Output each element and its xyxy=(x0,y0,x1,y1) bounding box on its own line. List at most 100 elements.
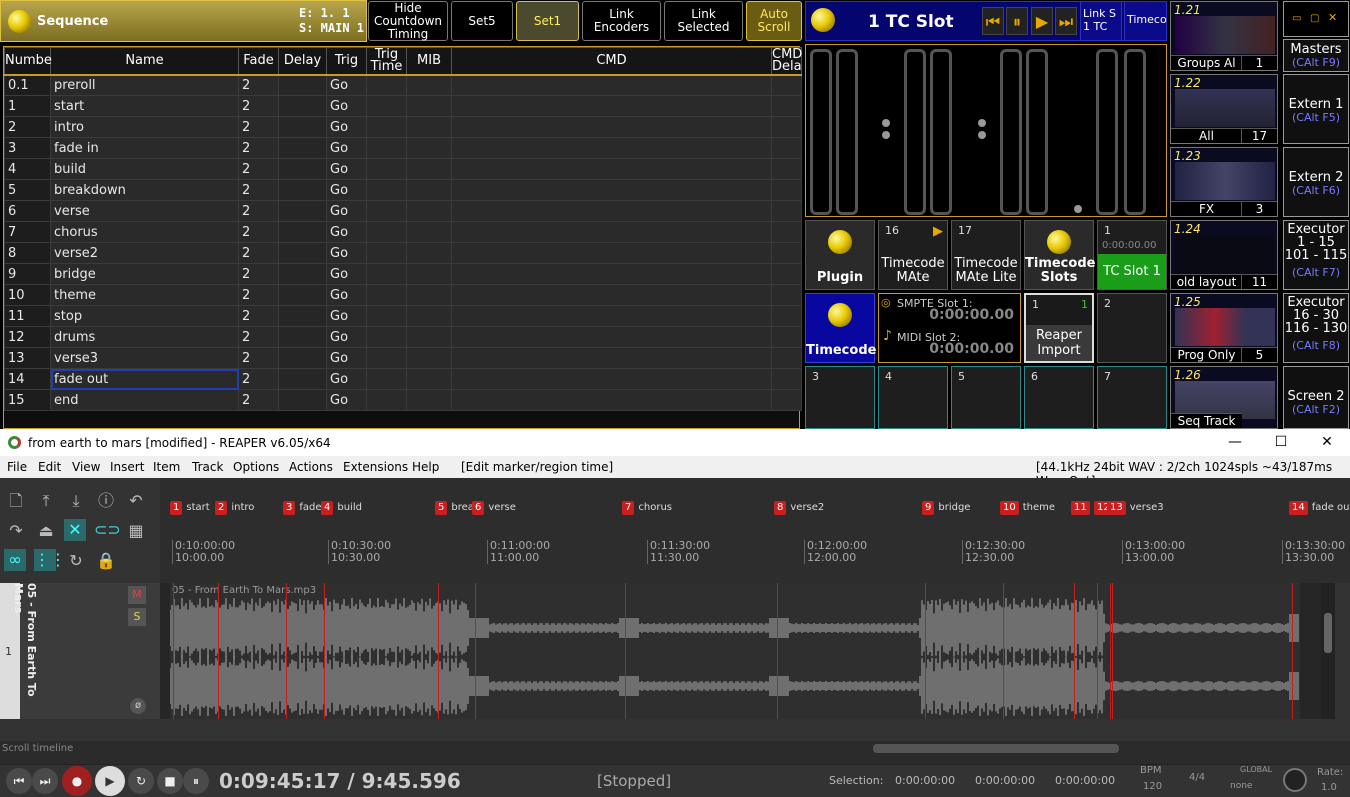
media-item[interactable]: 05 - From Earth To Mars.mp3 xyxy=(170,583,1300,719)
cue-row[interactable]: 15 end 2 Go xyxy=(4,389,802,411)
cue-cmd[interactable] xyxy=(451,242,772,264)
cue-trig[interactable]: Go xyxy=(326,263,367,285)
cue-number[interactable]: 3 xyxy=(4,137,51,159)
minimize-icon[interactable]: ▭ xyxy=(1292,12,1301,25)
menu-item[interactable]: Item xyxy=(153,460,180,474)
pool-old-layout[interactable]: 1.24 old layout 11 xyxy=(1170,220,1278,290)
cue-trig-time[interactable] xyxy=(366,305,407,327)
cue-name[interactable]: breakdown xyxy=(50,179,239,201)
cue-trig[interactable]: Go xyxy=(326,137,367,159)
auto-scroll-button[interactable]: Auto Scroll xyxy=(746,1,802,41)
region-marker[interactable]: 2 intro xyxy=(215,501,254,515)
cue-trig[interactable]: Go xyxy=(326,326,367,348)
cue-trig-time[interactable] xyxy=(366,326,407,348)
cue-trig-time[interactable] xyxy=(366,221,407,243)
cue-cmd[interactable] xyxy=(451,389,772,411)
go-to-end-icon[interactable]: ⏭ xyxy=(32,768,58,794)
cue-row[interactable]: 10 theme 2 Go xyxy=(4,284,802,306)
cue-mib[interactable] xyxy=(406,263,452,285)
cue-row[interactable]: 4 build 2 Go xyxy=(4,158,802,180)
pause-icon[interactable]: ⏸ xyxy=(183,768,209,794)
view-executor-16-30[interactable]: Executor 16 - 30 116 - 130 (CAlt F8) xyxy=(1283,293,1349,363)
cue-delay[interactable] xyxy=(278,305,327,327)
cue-cmd-delay[interactable] xyxy=(771,368,802,390)
cue-trig-time[interactable] xyxy=(366,95,407,117)
cue-cmd-delay[interactable] xyxy=(771,284,802,306)
cue-cmd[interactable] xyxy=(451,284,772,306)
cue-name[interactable]: bridge xyxy=(50,263,239,285)
pool-prog-only[interactable]: 1.25 Prog Only 5 xyxy=(1170,293,1278,363)
redo-icon[interactable]: ↷ xyxy=(5,520,27,542)
cue-cmd-delay[interactable] xyxy=(771,158,802,180)
stop-icon[interactable]: ■ xyxy=(157,768,183,794)
cue-trig-time[interactable] xyxy=(366,368,407,390)
snap-icon[interactable]: ⋮⋮ xyxy=(34,549,66,571)
cue-fade[interactable]: 2 xyxy=(238,221,279,243)
cue-number[interactable]: 5 xyxy=(4,179,51,201)
cue-number[interactable]: 15 xyxy=(4,389,51,411)
cue-fade[interactable]: 2 xyxy=(238,74,279,96)
cue-delay[interactable] xyxy=(278,347,327,369)
col-number[interactable]: Numbe xyxy=(4,47,52,76)
cue-fade[interactable]: 2 xyxy=(238,137,279,159)
col-fade[interactable]: Fade xyxy=(238,47,279,76)
selection-length[interactable]: 0:00:00:00 xyxy=(1055,774,1115,787)
cue-fade[interactable]: 2 xyxy=(238,389,279,411)
metronome-icon[interactable]: ⏏ xyxy=(35,520,57,542)
grid-icon[interactable]: ▦ xyxy=(125,520,147,542)
cue-fade[interactable]: 2 xyxy=(238,200,279,222)
repeat-icon[interactable]: ↻ xyxy=(128,768,154,794)
link-icon[interactable]: ⊂⊃ xyxy=(94,519,121,541)
cue-number[interactable]: 6 xyxy=(4,200,51,222)
cue-cmd-delay[interactable] xyxy=(771,116,802,138)
cue-delay[interactable] xyxy=(278,158,327,180)
cue-row[interactable]: 5 breakdown 2 Go xyxy=(4,179,802,201)
tc-empty-cell-2[interactable]: 2 xyxy=(1097,293,1167,363)
cue-trig-time[interactable] xyxy=(366,284,407,306)
cue-fade[interactable]: 2 xyxy=(238,305,279,327)
cue-name[interactable]: drums xyxy=(50,326,239,348)
cue-fade[interactable]: 2 xyxy=(238,263,279,285)
lock-icon[interactable]: 🔒 xyxy=(95,550,117,572)
cue-trig-time[interactable] xyxy=(366,242,407,264)
h-scroll-thumb[interactable] xyxy=(873,744,1119,753)
timecode-cell[interactable]: Timecode xyxy=(805,293,876,363)
reaper-import-cell[interactable]: 1 1 Reaper Import xyxy=(1024,293,1094,363)
cue-trig[interactable]: Go xyxy=(326,74,367,96)
cue-trig-time[interactable] xyxy=(366,137,407,159)
cue-delay[interactable] xyxy=(278,284,327,306)
cue-name[interactable]: start xyxy=(50,95,239,117)
cue-cmd[interactable] xyxy=(451,221,772,243)
cue-name[interactable]: fade out xyxy=(50,368,239,390)
cue-row[interactable]: 14 fade out 2 Go xyxy=(4,368,802,390)
cue-trig-time[interactable] xyxy=(366,116,407,138)
cue-mib[interactable] xyxy=(406,368,452,390)
col-trig-time[interactable]: Trig Time xyxy=(366,47,407,76)
cue-mib[interactable] xyxy=(406,242,452,264)
play-icon[interactable]: ▶ xyxy=(95,766,125,796)
horizontal-scrollbar[interactable] xyxy=(160,741,1350,765)
cue-delay[interactable] xyxy=(278,263,327,285)
cue-row[interactable]: 6 verse 2 Go xyxy=(4,200,802,222)
cue-mib[interactable] xyxy=(406,137,452,159)
cue-fade[interactable]: 2 xyxy=(238,95,279,117)
cue-name[interactable]: theme xyxy=(50,284,239,306)
close-icon[interactable]: ✕ xyxy=(1328,11,1337,24)
cue-number[interactable]: 0.1 xyxy=(4,74,51,96)
region-marker[interactable]: 4 build xyxy=(321,501,362,515)
cue-cmd[interactable] xyxy=(451,305,772,327)
region-marker[interactable]: 7 chorus xyxy=(622,501,672,515)
close-icon[interactable]: ✕ xyxy=(1304,429,1350,456)
global-value[interactable]: none xyxy=(1230,781,1252,791)
cue-name[interactable]: chorus xyxy=(50,221,239,243)
minimize-icon[interactable]: — xyxy=(1212,429,1258,456)
cue-cmd-delay[interactable] xyxy=(771,305,802,327)
track-name[interactable]: 05 - From Earth To Mars xyxy=(12,583,38,719)
cue-cmd[interactable] xyxy=(451,347,772,369)
scrollbar-thumb[interactable] xyxy=(1324,613,1332,653)
timecode-slots-cell[interactable]: Timecode Slots xyxy=(1024,220,1095,290)
reaper-title-bar[interactable]: from earth to mars [modified] - REAPER v… xyxy=(0,429,1350,456)
skip-forward-icon[interactable]: ⏭ xyxy=(1055,7,1077,35)
cue-row[interactable]: 2 intro 2 Go xyxy=(4,116,802,138)
cue-trig[interactable]: Go xyxy=(326,305,367,327)
